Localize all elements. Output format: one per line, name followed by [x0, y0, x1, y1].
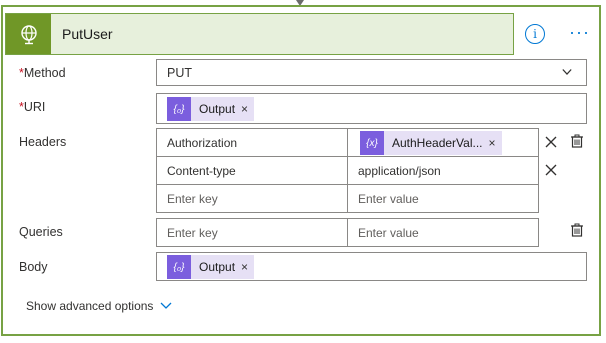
header-key-field[interactable]: Authorization — [156, 128, 348, 157]
output-token[interactable]: {₀} Output × — [167, 255, 255, 279]
chevron-down-icon — [562, 69, 572, 76]
remove-token-icon[interactable]: × — [241, 102, 254, 116]
action-title: PutUser — [62, 26, 113, 42]
header-value-text: application/json — [358, 164, 441, 178]
output-token[interactable]: {₀} Output × — [167, 97, 255, 121]
globe-icon — [6, 14, 51, 54]
info-icon[interactable]: i — [525, 24, 545, 44]
remove-token-icon[interactable]: × — [241, 260, 254, 274]
show-advanced-options-link[interactable]: Show advanced options — [26, 299, 153, 313]
expression-icon: {₀} — [167, 97, 191, 121]
method-value: PUT — [167, 66, 192, 80]
token-label: Output — [199, 102, 236, 116]
header-value-field[interactable]: application/json — [347, 156, 539, 185]
header-key-value: Authorization — [167, 136, 238, 150]
token-label: Output — [199, 260, 236, 274]
body-label: Body — [19, 260, 48, 274]
expression-icon: {₀} — [167, 255, 191, 279]
query-key-input[interactable]: Enter key — [156, 218, 348, 247]
token-label: AuthHeaderVal... — [392, 136, 483, 150]
uri-input[interactable]: {₀} Output × — [156, 93, 587, 124]
trash-icon[interactable] — [570, 223, 584, 237]
chevron-down-icon[interactable] — [160, 302, 172, 310]
queries-label: Queries — [19, 225, 63, 239]
value-placeholder: Enter value — [358, 192, 419, 206]
header-value-input[interactable]: Enter value — [347, 184, 539, 213]
header-value-field[interactable]: {x} AuthHeaderVal... × — [347, 128, 539, 157]
more-options-icon[interactable]: ··· — [569, 23, 590, 41]
uri-label: *URI — [19, 100, 46, 114]
close-icon[interactable] — [545, 164, 557, 176]
headers-label: Headers — [19, 135, 67, 149]
header-key-input[interactable]: Enter key — [156, 184, 348, 213]
method-label: *Method — [19, 66, 66, 80]
key-placeholder: Enter key — [167, 192, 218, 206]
key-placeholder: Enter key — [167, 226, 218, 240]
method-dropdown[interactable]: PUT — [156, 59, 587, 86]
close-icon[interactable] — [545, 136, 557, 148]
variable-icon: {x} — [360, 131, 384, 155]
remove-token-icon[interactable]: × — [489, 136, 502, 150]
body-input[interactable]: {₀} Output × — [156, 252, 587, 281]
query-value-input[interactable]: Enter value — [347, 218, 539, 247]
action-header[interactable]: PutUser — [5, 13, 514, 55]
value-placeholder: Enter value — [358, 226, 419, 240]
auth-header-token[interactable]: {x} AuthHeaderVal... × — [360, 131, 502, 155]
action-card: PutUser i ··· *Method PUT *URI {₀} Outpu… — [1, 5, 601, 336]
trash-icon[interactable] — [570, 134, 584, 148]
header-key-value: Content-type — [167, 164, 236, 178]
header-key-field[interactable]: Content-type — [156, 156, 348, 185]
